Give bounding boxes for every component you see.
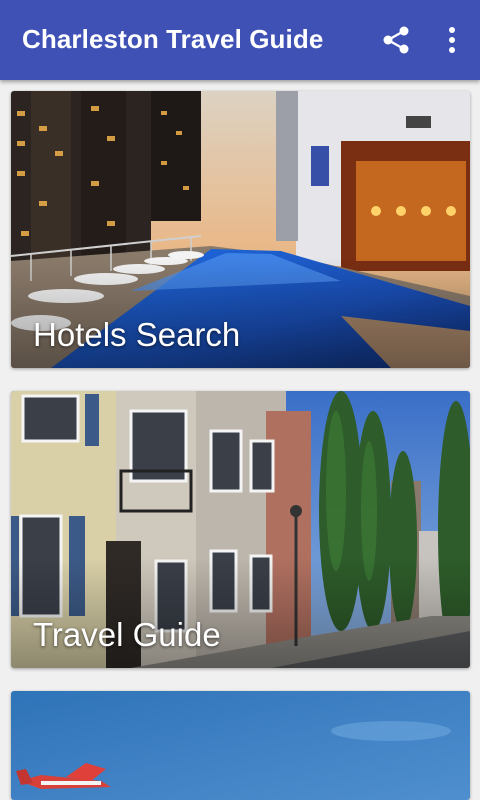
travel-guide-card[interactable]: Travel Guide [11,391,470,668]
share-button[interactable] [376,20,416,60]
third-card[interactable] [11,691,470,800]
hotels-search-label: Hotels Search [33,316,241,353]
app-title: Charleston Travel Guide [22,24,324,54]
share-icon [383,26,409,54]
overflow-menu-button[interactable] [432,20,472,60]
app-bar: Charleston Travel Guide [0,0,480,80]
travel-guide-label: Travel Guide [33,616,221,653]
sky-plane-image [11,691,470,800]
more-vert-icon [449,27,455,53]
hotels-search-card[interactable]: Hotels Search [11,91,470,368]
